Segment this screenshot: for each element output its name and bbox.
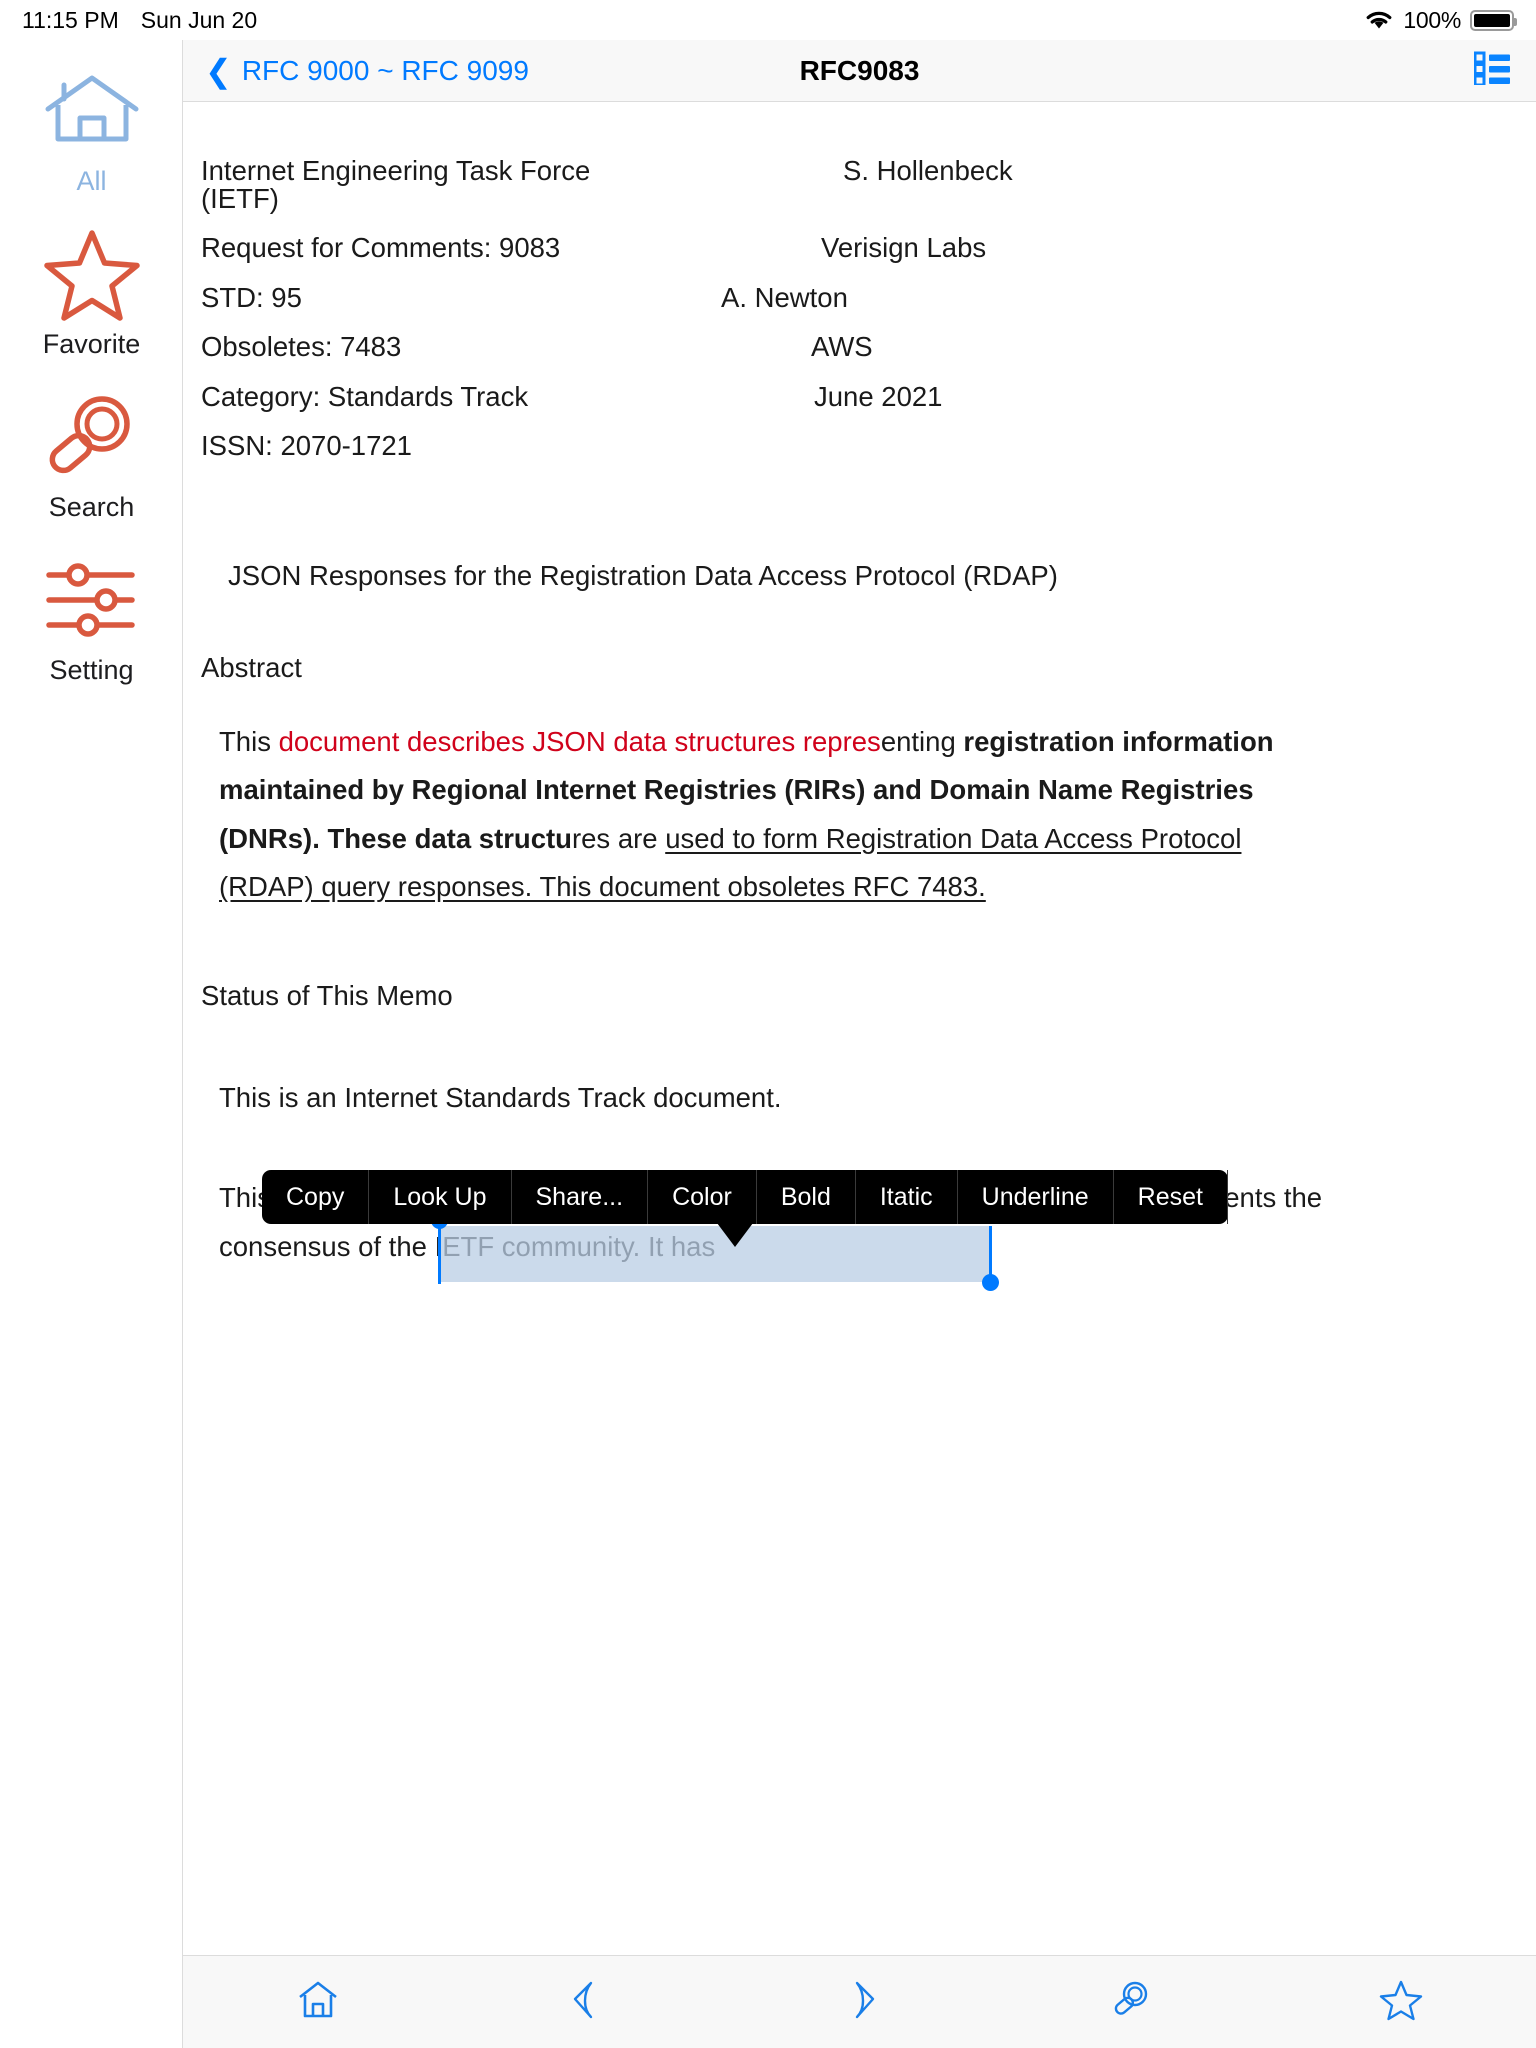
rfc-header-row: Internet Engineering Task Force (IETF) S… — [192, 157, 1506, 212]
status-paragraph-1: This is an Internet Standards Track docu… — [219, 1081, 782, 1113]
toolbar-favorite-button[interactable] — [1265, 1979, 1536, 2026]
magnifier-icon — [44, 394, 140, 480]
back-button-label: RFC 9000 ~ RFC 9099 — [241, 54, 529, 86]
rfc-header-row: Obsoletes: 7483 AWS — [192, 333, 1506, 361]
status-bar-left: 11:15 PM Sun Jun 20 — [22, 7, 257, 34]
sidebar-item-setting-label: Setting — [49, 655, 134, 685]
sidebar-item-all[interactable]: All — [0, 68, 183, 197]
abstract-selected-text: document describes JSON data structures … — [278, 725, 881, 757]
status-bar: 11:15 PM Sun Jun 20 100% — [0, 0, 1536, 40]
sidebar-item-favorite-label: Favorite — [42, 329, 141, 359]
toolbar-home-button[interactable] — [183, 1980, 454, 2025]
context-menu-item-color[interactable]: Color — [648, 1170, 757, 1224]
context-menu-item-share[interactable]: Share... — [512, 1170, 649, 1224]
context-menu-item-bold[interactable]: Bold — [757, 1170, 856, 1224]
rfc-header-left: STD: 95 — [201, 281, 302, 313]
toolbar-search-button[interactable] — [995, 1979, 1266, 2026]
bottom-toolbar — [183, 1955, 1536, 2048]
document-content: Internet Engineering Task Force (IETF) S… — [183, 102, 1536, 1271]
abstract-paragraph[interactable]: This document describes JSON data struct… — [219, 718, 1339, 912]
rfc-header-left: Category: Standards Track — [201, 380, 529, 412]
abstract-after-selection: enting — [880, 725, 956, 757]
home-icon — [297, 1980, 339, 2025]
toolbar-back-button[interactable] — [454, 1979, 725, 2026]
status-bar-right: 100% — [1364, 6, 1517, 34]
context-menu-item-reset[interactable]: Reset — [1114, 1170, 1228, 1224]
rfc-header-left: Request for Comments: 9083 — [201, 232, 561, 263]
context-menu-item-underline[interactable]: Underline — [958, 1170, 1114, 1224]
rfc-header-left: Internet Engineering Task Force (IETF) — [201, 155, 591, 214]
app-root: 11:15 PM Sun Jun 20 100% All Favorite Se… — [0, 0, 1536, 2048]
document-title: JSON Responses for the Registration Data… — [228, 559, 1058, 591]
rfc-header-row: Category: Standards Track June 2021 — [192, 380, 1506, 412]
rfc-header-left: ISSN: 2070-1721 — [201, 430, 412, 461]
main-pane: ❮ RFC 9000 ~ RFC 9099 RFC9083 Internet E… — [183, 40, 1536, 2048]
rfc-header-left: Obsoletes: 7483 — [201, 331, 402, 362]
rfc-header-row: Request for Comments: 9083 Verisign Labs — [192, 234, 1506, 262]
toc-button[interactable] — [1473, 51, 1510, 90]
rfc-header-right: AWS — [811, 331, 873, 362]
battery-percent: 100% — [1403, 6, 1461, 33]
rfc-header-right: Verisign Labs — [821, 232, 987, 263]
context-menu-item-look-up[interactable]: Look Up — [369, 1170, 512, 1224]
status-time: 11:15 PM — [22, 6, 119, 33]
list-icon — [1473, 51, 1510, 90]
star-icon — [42, 230, 142, 321]
rfc-header-row: ISSN: 2070-1721 — [192, 432, 1506, 460]
abstract-plain-start: This — [219, 725, 279, 757]
back-button[interactable]: ❮ RFC 9000 ~ RFC 9099 — [205, 55, 529, 87]
text-context-menu: Copy Look Up Share... Color Bold Itatic … — [262, 1170, 1228, 1247]
selection-end-handle[interactable] — [982, 1274, 999, 1291]
sidebar-item-search-label: Search — [48, 492, 135, 522]
wifi-icon — [1364, 9, 1394, 31]
sliders-icon — [44, 557, 140, 643]
selection-start-bar — [438, 1226, 441, 1284]
sidebar-item-all-label: All — [76, 166, 107, 196]
forward-arrow-icon — [837, 1979, 881, 2026]
battery-full-icon — [1470, 9, 1517, 31]
sidebar-item-favorite[interactable]: Favorite — [0, 230, 183, 360]
rfc-header-right: June 2021 — [814, 380, 943, 412]
context-menu-item-italic[interactable]: Itatic — [856, 1170, 958, 1224]
context-menu-item-copy[interactable]: Copy — [262, 1170, 370, 1224]
nav-bar: ❮ RFC 9000 ~ RFC 9099 RFC9083 — [183, 40, 1536, 102]
chevron-left-icon: ❮ — [205, 52, 232, 89]
status-heading: Status of This Memo — [201, 979, 453, 1011]
back-arrow-icon — [567, 1979, 611, 2026]
document-viewer[interactable]: Internet Engineering Task Force (IETF) S… — [183, 102, 1536, 1955]
rfc-header-right: A. Newton — [721, 281, 848, 313]
rfc-header-row: STD: 95 A. Newton — [192, 281, 1506, 313]
rfc-header-right: S. Hollenbeck — [843, 155, 1013, 186]
star-icon — [1379, 1979, 1423, 2026]
toolbar-forward-button[interactable] — [724, 1979, 995, 2026]
sidebar-item-setting[interactable]: Setting — [0, 557, 183, 686]
home-icon — [42, 68, 142, 154]
context-menu-pointer — [717, 1223, 753, 1247]
abstract-heading: Abstract — [201, 651, 302, 683]
sidebar-item-search[interactable]: Search — [0, 394, 183, 523]
magnifier-icon — [1109, 1979, 1151, 2026]
sidebar: All Favorite Search Setting — [0, 40, 183, 2048]
abstract-normal-tail: res are — [571, 822, 666, 854]
status-date: Sun Jun 20 — [140, 6, 258, 33]
